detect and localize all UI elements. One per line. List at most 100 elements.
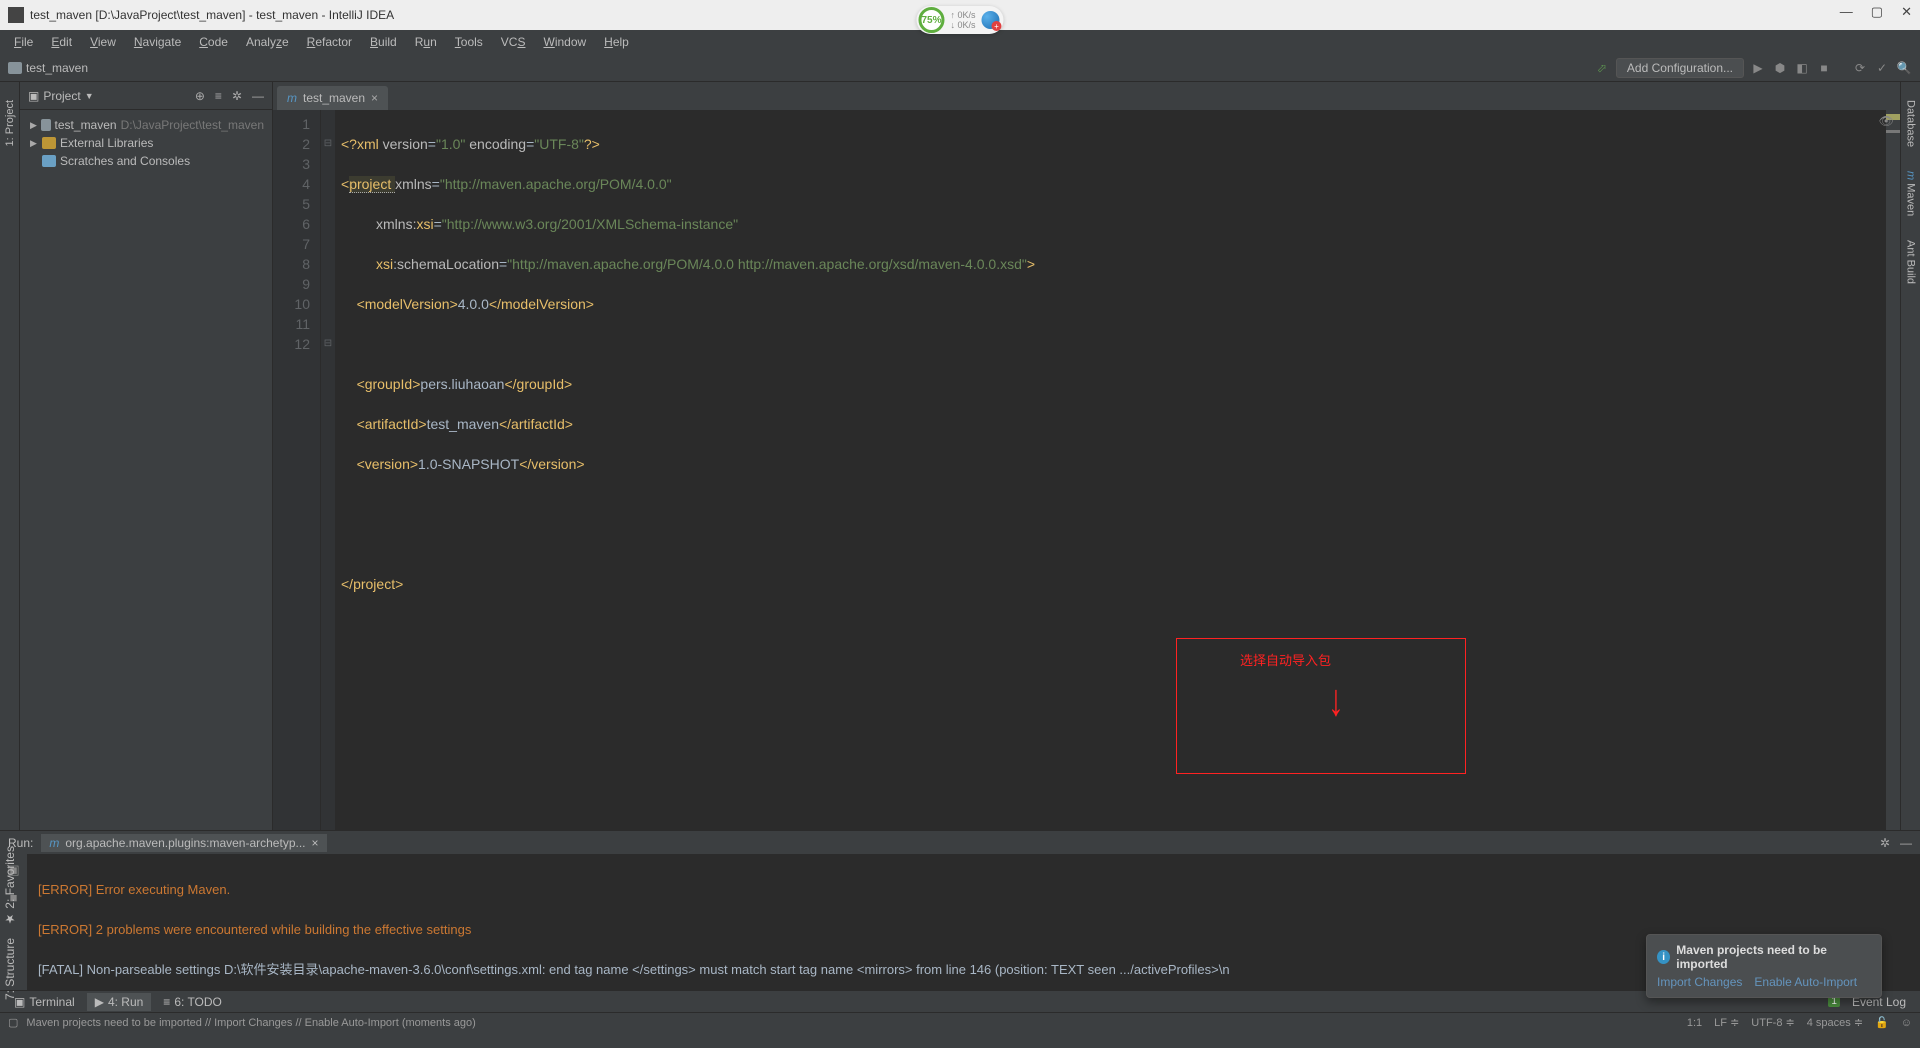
- project-panel: ▣ Project ▼ ⊕ ≡ ✲ — ▶ test_maven D:\Java…: [20, 82, 273, 830]
- code-content[interactable]: <?xml version="1.0" encoding="UTF-8"?> <…: [335, 110, 1886, 830]
- project-panel-header: ▣ Project ▼ ⊕ ≡ ✲ —: [20, 82, 272, 110]
- console-output[interactable]: [ERROR] Error executing Maven. [ERROR] 2…: [28, 854, 1920, 990]
- left-tab-structure[interactable]: 7: Structure: [1, 932, 19, 1006]
- menu-help[interactable]: Help: [596, 32, 637, 52]
- net-speeds: ↑ 0K/s ↓ 0K/s: [950, 10, 975, 30]
- hide-panel-icon[interactable]: —: [252, 89, 264, 103]
- annotation-text: 选择自动导入包: [1240, 650, 1331, 669]
- run-tab-button[interactable]: ▶ 4: Run: [87, 993, 152, 1011]
- import-changes-link[interactable]: Import Changes: [1657, 975, 1742, 989]
- maximize-button[interactable]: ▢: [1871, 4, 1883, 20]
- window-controls: — ▢ ✕: [1840, 4, 1912, 20]
- scope-icon[interactable]: ⊕: [195, 89, 205, 103]
- inspection-eye-icon[interactable]: 👁: [1879, 114, 1894, 128]
- project-panel-title[interactable]: ▣ Project ▼: [28, 89, 94, 103]
- menu-analyze[interactable]: Analyze: [238, 32, 297, 52]
- hide-panel-icon[interactable]: —: [1900, 836, 1912, 850]
- right-tab-maven[interactable]: m Maven: [1903, 163, 1919, 224]
- project-tree: ▶ test_maven D:\JavaProject\test_maven ▶…: [20, 110, 272, 176]
- menu-window[interactable]: Window: [535, 32, 594, 52]
- breadcrumb[interactable]: test_maven: [8, 61, 88, 75]
- scratch-icon: [42, 155, 56, 167]
- net-down: ↓ 0K/s: [950, 20, 975, 30]
- menu-file[interactable]: File: [6, 32, 41, 52]
- file-encoding[interactable]: UTF-8 ≑: [1751, 1016, 1794, 1029]
- menu-refactor[interactable]: Refactor: [299, 32, 360, 52]
- fold-gutter: ⊟⊟: [321, 110, 335, 830]
- stop-icon[interactable]: ■: [1816, 60, 1832, 76]
- net-percent: 75%: [918, 7, 944, 33]
- menu-view[interactable]: View: [82, 32, 124, 52]
- close-button[interactable]: ✕: [1901, 4, 1912, 20]
- marker[interactable]: [1886, 130, 1900, 133]
- left-tab-project[interactable]: 1: Project: [2, 92, 18, 154]
- left-tab-favorites[interactable]: ★ 2: Favorites: [1, 840, 19, 932]
- run-play-icon[interactable]: ▶: [1750, 60, 1766, 76]
- vcs-update-icon[interactable]: ⟳: [1852, 60, 1868, 76]
- caret-position[interactable]: 1:1: [1687, 1017, 1702, 1029]
- notification-title: Maven projects need to be imported: [1676, 943, 1871, 971]
- run-console: ▣ ■ [ERROR] Error executing Maven. [ERRO…: [0, 854, 1920, 990]
- network-indicator: 75% ↑ 0K/s ↓ 0K/s: [916, 6, 1003, 34]
- menu-code[interactable]: Code: [191, 32, 236, 52]
- editor-area: m test_maven × 👁 123456789101112 ⊟⊟ <?xm…: [273, 82, 1900, 830]
- coverage-icon[interactable]: ◧: [1794, 60, 1810, 76]
- tree-node-root[interactable]: ▶ test_maven D:\JavaProject\test_maven: [24, 116, 268, 134]
- main-layout: 1: Project ▣ Project ▼ ⊕ ≡ ✲ — ▶ test_ma…: [0, 82, 1920, 830]
- gear-icon[interactable]: ✲: [232, 89, 242, 103]
- settings-lines-icon[interactable]: ≡: [215, 89, 222, 103]
- menu-navigate[interactable]: Navigate: [126, 32, 189, 52]
- chevron-down-icon: ▼: [85, 91, 94, 101]
- info-icon: i: [1657, 950, 1670, 964]
- status-message: Maven projects need to be imported // Im…: [26, 1017, 475, 1029]
- close-tab-icon[interactable]: ×: [371, 91, 378, 105]
- run-tab[interactable]: m org.apache.maven.plugins:maven-archety…: [41, 834, 326, 852]
- library-icon: [42, 137, 56, 149]
- run-tab-title: org.apache.maven.plugins:maven-archetyp.…: [65, 836, 305, 850]
- tree-node-external-libs[interactable]: ▶ External Libraries: [24, 134, 268, 152]
- right-tab-database[interactable]: Database: [1903, 92, 1919, 155]
- tree-path: D:\JavaProject\test_maven: [121, 118, 264, 132]
- todo-tab[interactable]: ≡ 6: TODO: [155, 993, 230, 1011]
- menu-tools[interactable]: Tools: [447, 32, 491, 52]
- tree-node-scratches[interactable]: Scratches and Consoles: [24, 152, 268, 170]
- build-hammer-icon[interactable]: ⬀: [1594, 60, 1610, 76]
- code-area[interactable]: 123456789101112 ⊟⊟ <?xml version="1.0" e…: [273, 110, 1900, 830]
- breadcrumb-text: test_maven: [26, 61, 88, 75]
- menu-vcs[interactable]: VCS: [493, 32, 534, 52]
- debug-bug-icon[interactable]: ⬢: [1772, 60, 1788, 76]
- status-bar: ▢ Maven projects need to be imported // …: [0, 1012, 1920, 1032]
- navigation-bar: test_maven ⬀ Add Configuration... ▶ ⬢ ◧ …: [0, 54, 1920, 82]
- indent-settings[interactable]: 4 spaces ≑: [1807, 1016, 1863, 1029]
- tree-arrow-icon[interactable]: ▶: [30, 138, 38, 149]
- search-everywhere-icon[interactable]: 🔍: [1896, 60, 1912, 76]
- annotation-arrow-icon: ↓: [1328, 675, 1344, 727]
- right-tool-stripe: Database m Maven Ant Build: [1900, 82, 1920, 830]
- editor-tabs: m test_maven ×: [273, 82, 1900, 110]
- tree-label: Scratches and Consoles: [60, 154, 190, 168]
- fold-open-icon[interactable]: ⊟: [321, 134, 335, 154]
- editor-tab[interactable]: m test_maven ×: [277, 86, 388, 110]
- line-separator[interactable]: LF ≑: [1714, 1016, 1739, 1029]
- tree-arrow-icon[interactable]: ▶: [30, 120, 37, 131]
- fold-close-icon[interactable]: ⊟: [321, 334, 335, 354]
- enable-auto-import-link[interactable]: Enable Auto-Import: [1754, 975, 1857, 989]
- minimize-button[interactable]: —: [1840, 4, 1853, 20]
- error-stripe[interactable]: [1886, 110, 1900, 830]
- window-title: test_maven [D:\JavaProject\test_maven] -…: [30, 8, 394, 22]
- right-tab-ant[interactable]: Ant Build: [1903, 232, 1919, 292]
- menu-build[interactable]: Build: [362, 32, 405, 52]
- run-config-dropdown[interactable]: Add Configuration...: [1616, 58, 1744, 78]
- gear-icon[interactable]: ✲: [1880, 836, 1890, 850]
- lock-icon[interactable]: 🔓: [1875, 1016, 1889, 1029]
- menu-edit[interactable]: Edit: [43, 32, 80, 52]
- app-icon: [8, 7, 24, 23]
- menu-run[interactable]: Run: [407, 32, 445, 52]
- vcs-commit-icon[interactable]: ✓: [1874, 60, 1890, 76]
- net-globe-icon[interactable]: [982, 11, 1000, 29]
- status-left-toggle[interactable]: ▢: [8, 1016, 18, 1029]
- hector-icon[interactable]: ☺: [1901, 1017, 1912, 1029]
- tree-label: test_maven: [55, 118, 117, 132]
- close-tab-icon[interactable]: ×: [312, 836, 319, 850]
- run-panel-header: Run: m org.apache.maven.plugins:maven-ar…: [0, 830, 1920, 854]
